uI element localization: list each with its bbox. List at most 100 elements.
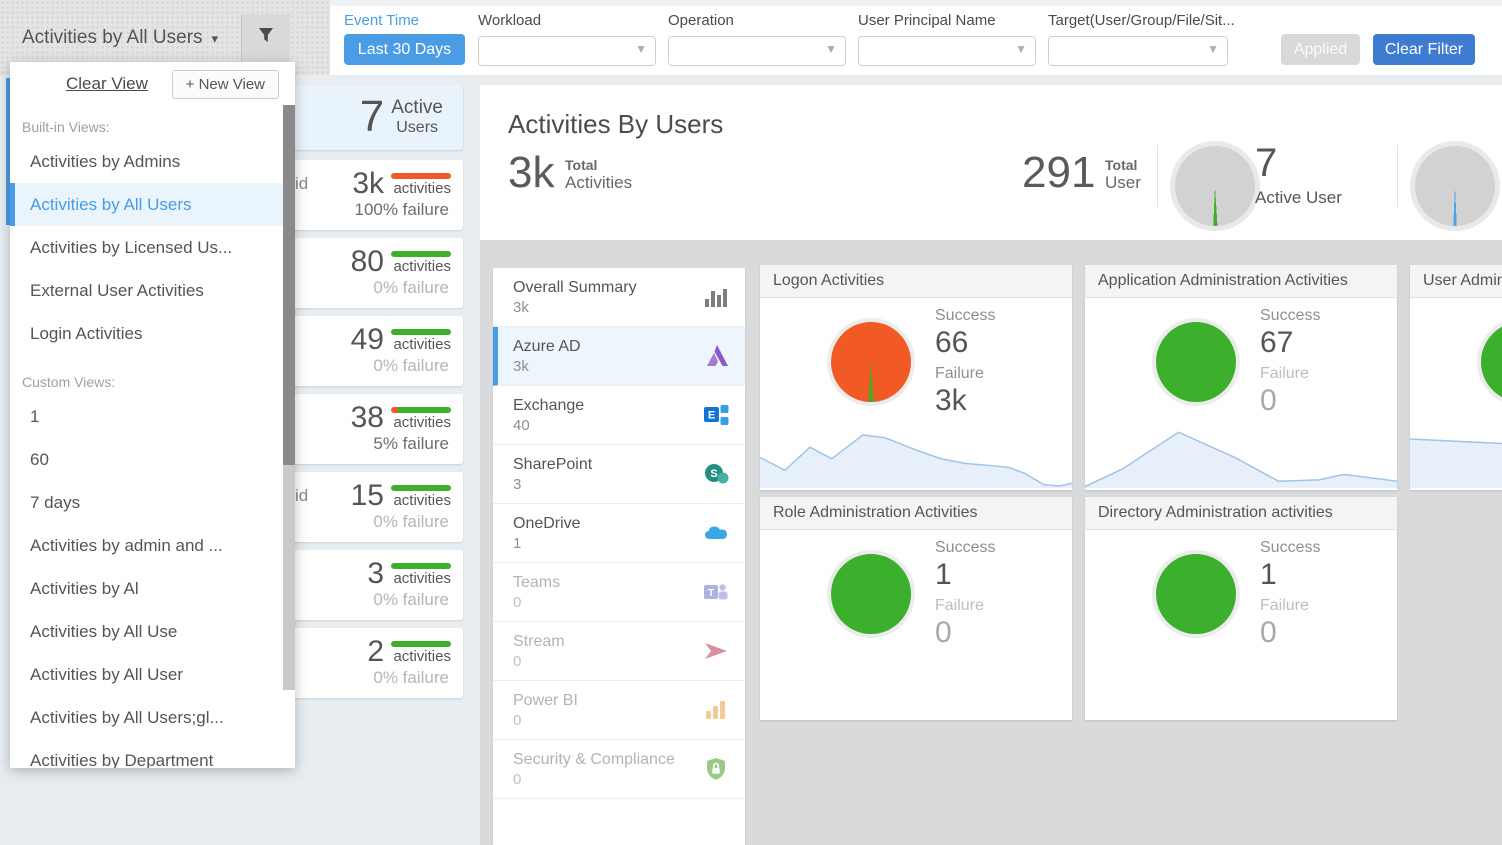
view-item[interactable]: 60 bbox=[10, 438, 295, 481]
view-selector-label: Activities by All Users bbox=[22, 27, 203, 48]
failure-percent-label: 0% failure bbox=[373, 590, 449, 610]
failure-percent-label: 0% failure bbox=[373, 356, 449, 376]
upn-filter-select[interactable]: ▼ bbox=[858, 36, 1036, 66]
chevron-down-icon: ▼ bbox=[1015, 42, 1027, 56]
dropdown-scrollbar[interactable] bbox=[283, 105, 295, 690]
failure-value: 0 bbox=[1260, 384, 1320, 418]
failure-value: 0 bbox=[1260, 616, 1320, 650]
divider bbox=[1157, 145, 1158, 207]
failure-label: Failure bbox=[1260, 596, 1320, 616]
panel-stats: Success66 Failure3k bbox=[935, 306, 995, 422]
chevron-down-icon: ▼ bbox=[635, 42, 647, 56]
svg-text:S: S bbox=[710, 468, 717, 480]
failure-ratio-bar bbox=[391, 485, 451, 491]
sharepoint-icon: S bbox=[703, 461, 731, 487]
failure-percent-label: 100% failure bbox=[354, 200, 449, 220]
workload-row-overall-summary[interactable]: Overall Summary3k bbox=[493, 268, 745, 327]
activity-count: 3 bbox=[367, 557, 384, 591]
workload-row-exchange[interactable]: Exchange40E bbox=[493, 386, 745, 445]
power-bi-icon bbox=[703, 697, 731, 723]
panel-stats: Success1Failure0 bbox=[935, 538, 995, 654]
role-administration-panel[interactable]: Role Administration ActivitiesSuccess1Fa… bbox=[760, 497, 1072, 720]
view-item[interactable]: Activities by admin and ... bbox=[10, 524, 295, 567]
workload-filter-select[interactable]: ▼ bbox=[478, 36, 656, 66]
logon-activities-panel[interactable]: Logon Activities Success66 Failure3k bbox=[760, 265, 1072, 490]
activities-unit-label: activities bbox=[391, 648, 451, 666]
view-item[interactable]: 7 days bbox=[10, 481, 295, 524]
builtin-views-heading: Built-in Views: bbox=[10, 114, 295, 140]
failure-percent-label: 0% failure bbox=[373, 668, 449, 688]
view-item[interactable]: Activities by All Users bbox=[10, 183, 295, 226]
view-item[interactable]: Activities by Al bbox=[10, 567, 295, 610]
success-value: 1 bbox=[935, 558, 995, 592]
activity-count: 3k bbox=[352, 167, 384, 201]
panel-body: Success1Failure0 bbox=[760, 530, 1072, 720]
view-item[interactable]: Activities by All User bbox=[10, 653, 295, 696]
operation-filter-label: Operation bbox=[668, 12, 734, 29]
workload-list: Overall Summary3kAzure AD3kExchange40ESh… bbox=[493, 268, 745, 799]
view-item[interactable]: 1 bbox=[10, 395, 295, 438]
view-item[interactable]: Activities by Admins bbox=[10, 140, 295, 183]
panel-body: Success66 Failure3k bbox=[760, 298, 1072, 490]
failure-ratio-bar bbox=[391, 329, 451, 335]
chevron-down-icon: ▾ bbox=[212, 31, 219, 46]
workload-row-azure-ad[interactable]: Azure AD3k bbox=[493, 327, 745, 386]
workload-row-sharepoint[interactable]: SharePoint3S bbox=[493, 445, 745, 504]
workload-row-teams[interactable]: Teams0T bbox=[493, 563, 745, 622]
success-label: Success bbox=[935, 306, 995, 326]
panel-body: Success67Failure0 bbox=[1085, 298, 1397, 490]
panel-body bbox=[1410, 298, 1502, 490]
user-administration-panel[interactable]: User Admin bbox=[1410, 265, 1502, 490]
success-pie-chart bbox=[1152, 318, 1240, 406]
clear-filter-button[interactable]: Clear Filter bbox=[1373, 34, 1475, 65]
activities-unit-label: activities bbox=[391, 180, 451, 198]
failure-label: Failure bbox=[935, 364, 995, 384]
dropdown-scrollbar-thumb[interactable] bbox=[283, 105, 295, 465]
view-dropdown: Clear View + New View Built-in Views: Ac… bbox=[10, 62, 295, 768]
view-item[interactable]: Activities by Department bbox=[10, 739, 295, 768]
activities-unit-label: activities bbox=[391, 336, 451, 354]
activity-count: 49 bbox=[351, 323, 384, 357]
workload-row-onedrive[interactable]: OneDrive1 bbox=[493, 504, 745, 563]
total-activities-value: 3k bbox=[508, 147, 554, 199]
failure-value: 3k bbox=[935, 384, 995, 418]
event-time-label: Event Time bbox=[344, 12, 419, 29]
new-view-button[interactable]: + New View bbox=[172, 70, 279, 99]
svg-text:E: E bbox=[708, 410, 715, 422]
onedrive-icon bbox=[703, 520, 731, 546]
view-item[interactable]: External User Activities bbox=[10, 269, 295, 312]
panel-stats: Success67Failure0 bbox=[1260, 306, 1320, 422]
activity-trend-sparkline bbox=[1410, 420, 1502, 488]
panel-stats: Success1Failure0 bbox=[1260, 538, 1320, 654]
success-pie-chart bbox=[827, 550, 915, 638]
workload-row-power-bi[interactable]: Power BI0 bbox=[493, 681, 745, 740]
activity-count: 38 bbox=[351, 401, 384, 435]
application-administration-panel[interactable]: Application Administration ActivitiesSuc… bbox=[1085, 265, 1397, 490]
target-filter-select[interactable]: ▼ bbox=[1048, 36, 1228, 66]
directory-administration-panel[interactable]: Directory Administration activitiesSucce… bbox=[1085, 497, 1397, 720]
activities-unit-label: activities bbox=[391, 492, 451, 510]
target-filter-label: Target(User/Group/File/Sit... bbox=[1048, 12, 1235, 29]
failure-ratio-bar bbox=[391, 251, 451, 257]
panel-title: Logon Activities bbox=[760, 265, 1072, 298]
view-item[interactable]: Activities by Licensed Us... bbox=[10, 226, 295, 269]
workload-row-security-compliance[interactable]: Security & Compliance0 bbox=[493, 740, 745, 799]
event-time-button[interactable]: Last 30 Days bbox=[344, 34, 465, 65]
failure-ratio-bar bbox=[391, 641, 451, 647]
clear-view-link[interactable]: Clear View bbox=[66, 74, 148, 94]
view-item[interactable]: Login Activities bbox=[10, 312, 295, 355]
secondary-gauge bbox=[1410, 141, 1500, 231]
chevron-down-icon: ▼ bbox=[825, 42, 837, 56]
operation-filter-select[interactable]: ▼ bbox=[668, 36, 846, 66]
view-item[interactable]: Activities by All Users;gl... bbox=[10, 696, 295, 739]
bar-chart-icon bbox=[703, 284, 731, 310]
active-user-gauge bbox=[1170, 141, 1260, 231]
view-item[interactable]: Activities by All Use bbox=[10, 610, 295, 653]
workload-row-stream[interactable]: Stream0 bbox=[493, 622, 745, 681]
custom-views-list: 1607 daysActivities by admin and ...Acti… bbox=[10, 395, 295, 768]
total-users-value: 291 bbox=[1022, 147, 1095, 199]
success-value: 66 bbox=[935, 326, 995, 360]
filter-funnel-button[interactable] bbox=[241, 14, 290, 61]
success-label: Success bbox=[1260, 538, 1320, 558]
funnel-icon bbox=[255, 24, 277, 51]
